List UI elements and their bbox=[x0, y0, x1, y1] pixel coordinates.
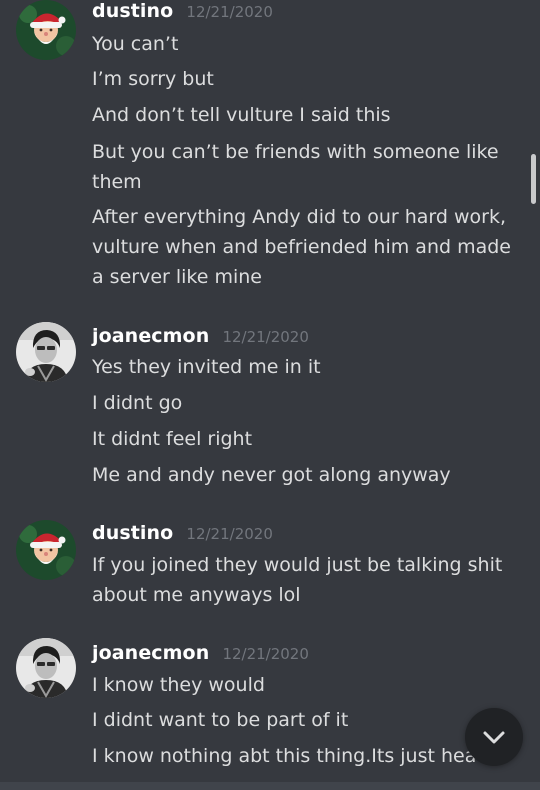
jump-to-present-button[interactable] bbox=[465, 708, 523, 766]
message-text: I’m sorry but bbox=[92, 68, 214, 90]
message-text: Yes they invited me in it bbox=[92, 356, 321, 378]
message-text: After everything Andy did to our hard wo… bbox=[92, 206, 511, 288]
message-group: joanecmon 12/21/2020 I know they would I… bbox=[0, 638, 540, 783]
message-text: It didnt feel right bbox=[92, 428, 253, 450]
message-header: joanecmon 12/21/2020 bbox=[92, 642, 309, 664]
message-text: And don’t tell vulture I said this bbox=[92, 104, 391, 126]
message-text: But you can’t be friends with someone li… bbox=[92, 141, 499, 193]
santa-avatar-icon[interactable] bbox=[16, 520, 76, 580]
timestamp: 12/21/2020 bbox=[222, 645, 309, 663]
message-text: Me and andy never got along anyway bbox=[92, 464, 451, 486]
username[interactable]: joanecmon bbox=[92, 325, 209, 347]
message-group: dustino 12/21/2020 You can’t I’m sorry b… bbox=[0, 0, 540, 300]
message-header: dustino 12/21/2020 bbox=[92, 522, 273, 544]
message-header: dustino 12/21/2020 bbox=[92, 0, 273, 22]
santa-avatar-icon[interactable] bbox=[16, 0, 76, 60]
message-input-edge bbox=[0, 782, 540, 790]
chat-message-list[interactable]: dustino 12/21/2020 You can’t I’m sorry b… bbox=[0, 0, 540, 790]
message-text: You can’t bbox=[92, 33, 179, 55]
person-photo-avatar-icon[interactable] bbox=[16, 322, 76, 382]
timestamp: 12/21/2020 bbox=[222, 328, 309, 346]
message-text: I didnt go bbox=[92, 392, 183, 414]
message-group: joanecmon 12/21/2020 Yes they invited me… bbox=[0, 322, 540, 492]
timestamp: 12/21/2020 bbox=[186, 525, 273, 543]
person-photo-avatar-icon[interactable] bbox=[16, 638, 76, 698]
message-text: I know they would bbox=[92, 674, 265, 696]
message-text: I didnt want to be part of it bbox=[92, 709, 349, 731]
chevron-down-icon bbox=[483, 731, 505, 744]
scrollbar-thumb[interactable] bbox=[531, 154, 536, 204]
username[interactable]: dustino bbox=[92, 522, 173, 544]
timestamp: 12/21/2020 bbox=[186, 3, 273, 21]
message-group: dustino 12/21/2020 If you joined they wo… bbox=[0, 520, 540, 620]
username[interactable]: joanecmon bbox=[92, 642, 209, 664]
message-text: If you joined they would just be talking… bbox=[92, 554, 503, 606]
username[interactable]: dustino bbox=[92, 0, 173, 22]
message-header: joanecmon 12/21/2020 bbox=[92, 325, 309, 347]
message-text: I know nothing abt this thing.Its just h… bbox=[92, 745, 477, 767]
